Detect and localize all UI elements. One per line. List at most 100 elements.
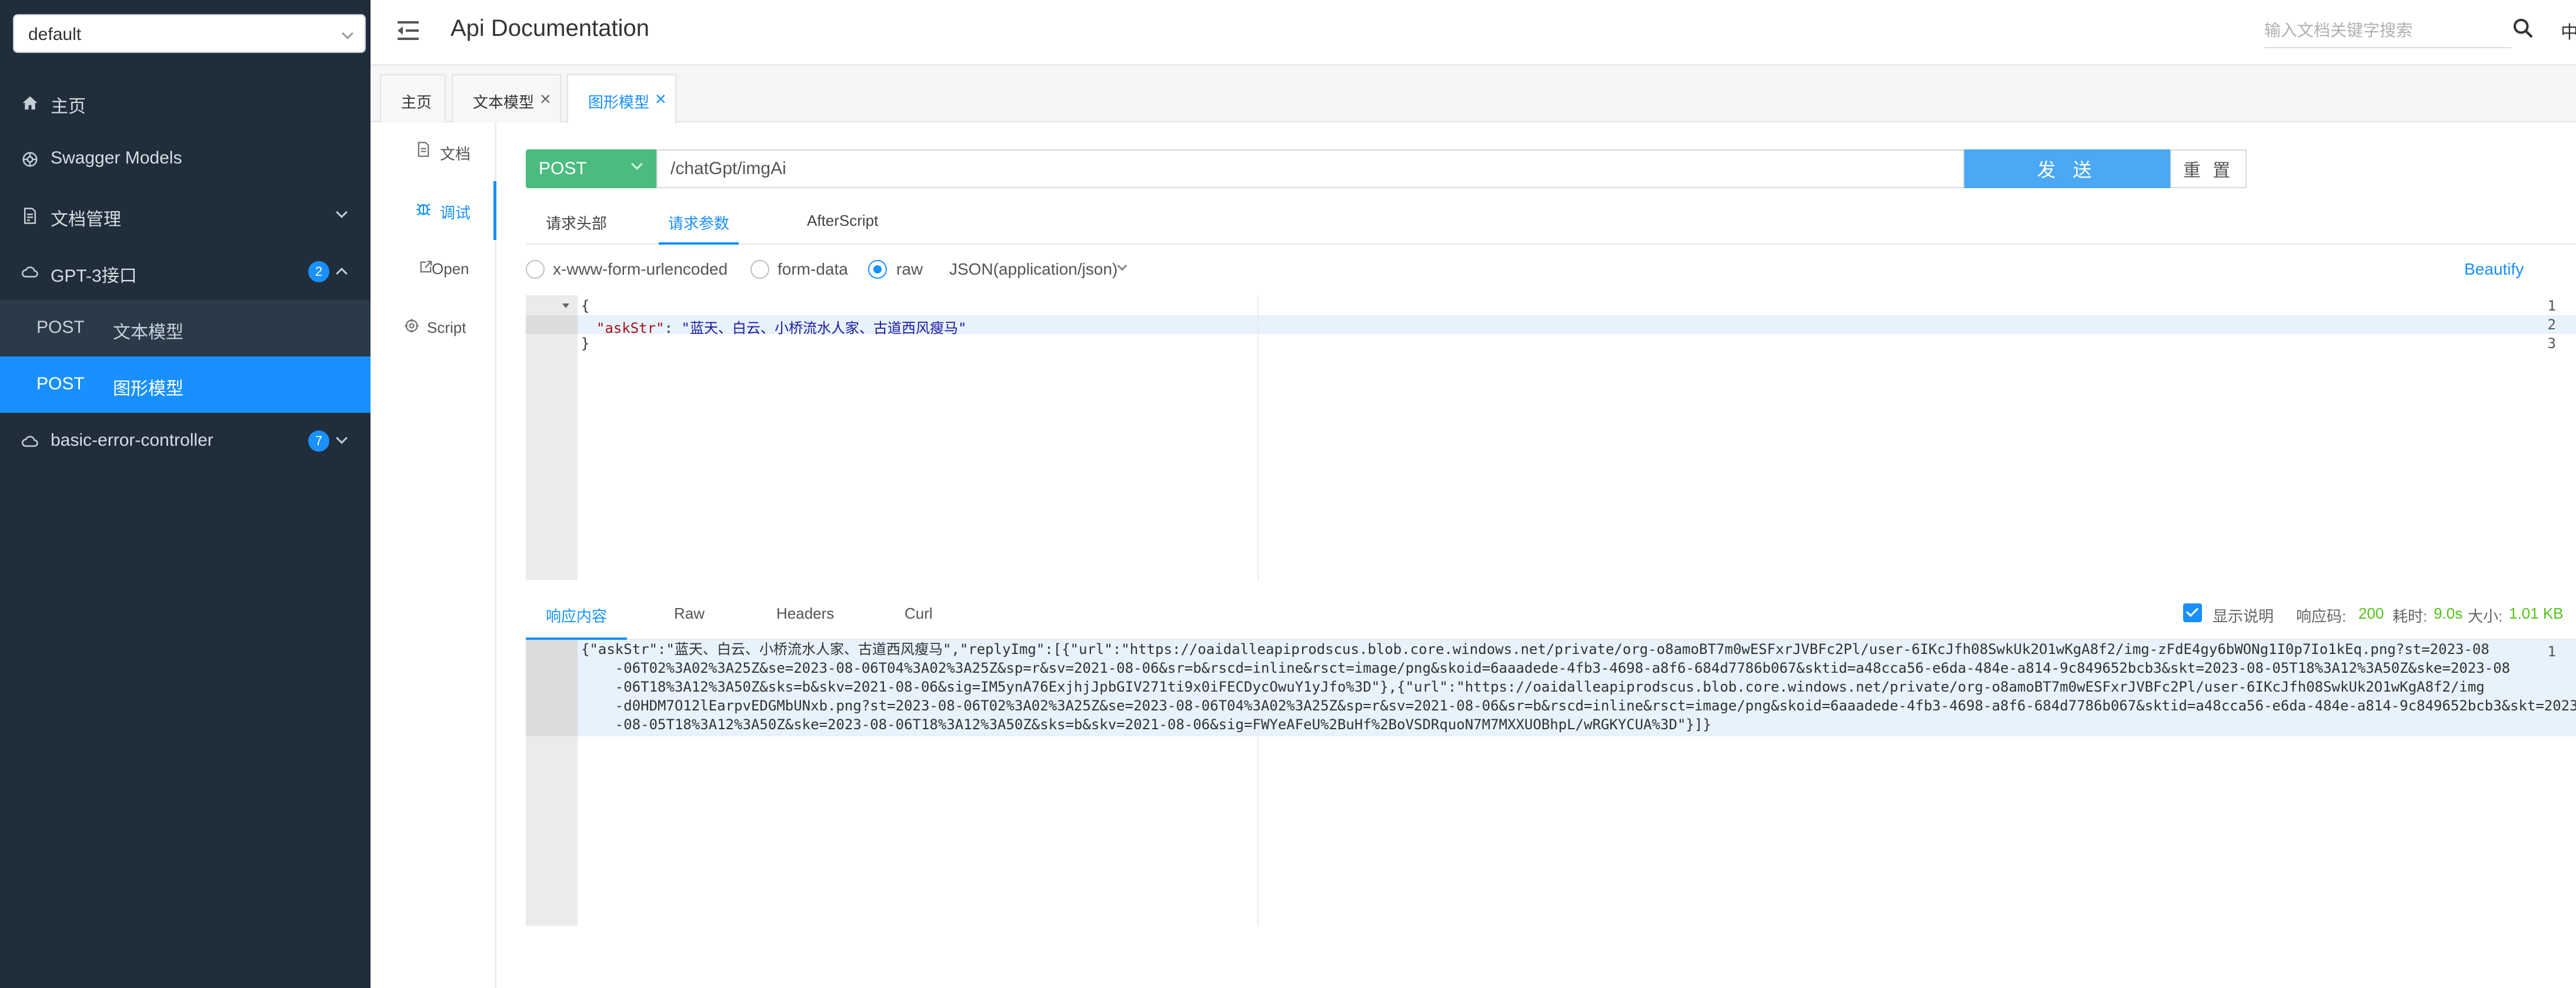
tab-image-model[interactable]: 图形模型 ×	[567, 74, 676, 124]
language-switch[interactable]: 中	[2561, 18, 2576, 44]
size-value: 1.01 KB	[2509, 605, 2564, 622]
time-label: 耗时:	[2393, 608, 2428, 625]
beautify-link[interactable]: Beautify	[2464, 260, 2524, 279]
show-desc-checkbox[interactable]	[2183, 603, 2202, 622]
chevron-down-icon	[631, 158, 643, 170]
status-code-value: 200	[2358, 605, 2384, 622]
tab-response-content[interactable]: 响应内容	[526, 605, 628, 640]
line-number: 2	[2547, 316, 2556, 333]
cube-icon	[22, 152, 38, 167]
url-input[interactable]	[656, 149, 1964, 188]
show-desc-label: 显示说明	[2213, 608, 2274, 625]
method-value: POST	[539, 159, 587, 178]
response-body-editor[interactable]: 1 {"askStr":"蓝天、白云、小桥流水人家、古道西风瘦马","reply…	[526, 640, 2576, 926]
count-badge: 2	[308, 261, 329, 282]
subnav-script[interactable]: Script	[371, 299, 496, 358]
response-line: -06T18%3A12%3A50Z&sks=b&skv=2021-08-06&s…	[581, 679, 2485, 695]
cloud-icon	[21, 436, 38, 447]
group-select-value: default	[28, 25, 82, 44]
editor-gutter	[526, 295, 578, 580]
request-body-editor[interactable]: 1 2 3 { "askStr": "蓝天、白云、小桥流水人家、古道西风瘦马" …	[526, 295, 2576, 580]
gutter-active-line	[526, 640, 578, 736]
tab-request-headers[interactable]: 请求头部	[546, 212, 607, 245]
radio-label: x-www-form-urlencoded	[553, 260, 728, 278]
send-button[interactable]: 发 送	[1964, 149, 2170, 188]
request-tabs: 请求头部 请求参数 AfterScript	[526, 203, 2576, 245]
app-title: Api Documentation	[451, 15, 649, 41]
subnav-label: 文档	[440, 145, 471, 163]
sidebar-item-label: basic-error-controller	[51, 430, 213, 450]
radio-raw[interactable]	[868, 260, 887, 279]
sidebar-item-gpt3[interactable]: GPT-3接口 2	[0, 243, 371, 300]
sidebar-item-label: 主页	[51, 97, 86, 116]
menu-collapse-icon[interactable]	[398, 20, 421, 41]
close-icon[interactable]: ×	[540, 88, 551, 110]
tab-response-raw[interactable]: Raw	[674, 605, 705, 640]
json-key: "askStr"	[596, 320, 665, 336]
radio-label: form-data	[778, 260, 848, 278]
tab-afterscript[interactable]: AfterScript	[807, 212, 878, 245]
method-select[interactable]: POST	[526, 149, 656, 188]
subitem-label: 图形模型	[113, 379, 183, 399]
sidebar-item-doc-manage[interactable]: 文档管理	[0, 187, 371, 243]
line-number: 1	[2547, 643, 2556, 660]
json-colon: :	[664, 320, 682, 336]
sidebar-subitem-text-model[interactable]: POST 文本模型	[0, 300, 371, 356]
debug-icon	[416, 203, 431, 216]
code-line: {	[581, 298, 590, 314]
chevron-down-icon	[1117, 261, 1127, 271]
document-icon	[418, 142, 429, 157]
top-header: Api Documentation 中	[371, 0, 2576, 66]
tab-request-params[interactable]: 请求参数	[659, 212, 739, 245]
sidebar-item-swagger-models[interactable]: Swagger Models	[0, 131, 371, 187]
doc-manage-icon	[24, 208, 36, 224]
content-type-select[interactable]: JSON(application/json)	[949, 260, 1117, 279]
response-line: -06T02%3A02%3A25Z&se=2023-08-06T04%3A02%…	[581, 660, 2510, 676]
subnav-debug[interactable]: 调试	[371, 181, 496, 240]
close-icon[interactable]: ×	[655, 88, 666, 110]
chevron-down-icon	[336, 432, 348, 444]
method-label: POST	[36, 318, 85, 337]
radio-form-data[interactable]	[750, 260, 769, 279]
search-input[interactable]	[2264, 14, 2511, 48]
response-line: {"askStr":"蓝天、白云、小桥流水人家、古道西风瘦马","replyIm…	[581, 641, 2490, 657]
subnav-doc[interactable]: 文档	[371, 122, 496, 181]
sidebar-item-home[interactable]: 主页	[0, 74, 371, 131]
sidebar: default 主页 Swagger Models 文档管理 GPT-3接口 2…	[0, 0, 371, 988]
count-badge: 7	[308, 430, 329, 452]
sidebar-subitem-image-model[interactable]: POST 图形模型	[0, 356, 371, 413]
tab-home[interactable]: 主页	[380, 74, 446, 122]
print-margin	[1257, 295, 1259, 580]
code-line: }	[581, 335, 590, 352]
tab-label: 文本模型	[473, 94, 535, 111]
subnav-open[interactable]: Open	[371, 240, 496, 299]
search-icon[interactable]	[2511, 16, 2535, 40]
fold-arrow-icon[interactable]	[562, 303, 569, 308]
api-subnav: 文档 调试 Open Script	[371, 122, 496, 988]
code-line: "askStr": "蓝天、白云、小桥流水人家、古道西风瘦马"	[596, 316, 966, 337]
sidebar-item-label: GPT-3接口	[51, 266, 137, 286]
json-value: "蓝天、白云、小桥流水人家、古道西风瘦马"	[681, 320, 967, 336]
tab-text-model[interactable]: 文本模型 ×	[452, 74, 561, 122]
line-number: 1	[2547, 298, 2556, 314]
chevron-down-icon	[342, 28, 353, 39]
line-number: 3	[2547, 335, 2556, 352]
tab-label: 图形模型	[588, 94, 650, 111]
radio-label: raw	[896, 260, 923, 278]
radio-urlencoded[interactable]	[526, 260, 545, 279]
size-label: 大小:	[2468, 608, 2503, 625]
response-line: -08-05T18%3A12%3A50Z&ske=2023-08-06T18%3…	[581, 716, 1711, 733]
subitem-label: 文本模型	[113, 323, 183, 342]
tab-label: 主页	[401, 94, 432, 111]
tab-bar: 主页 文本模型 × 图形模型 ×	[371, 66, 2576, 124]
method-label: POST	[36, 374, 85, 393]
group-select[interactable]: default	[13, 14, 366, 53]
subnav-label: 调试	[440, 204, 471, 222]
time-value: 9.0s	[2434, 605, 2463, 622]
tab-response-headers[interactable]: Headers	[776, 605, 834, 640]
sidebar-item-basic-error-controller[interactable]: basic-error-controller 7	[0, 413, 371, 469]
sidebar-item-label: 文档管理	[51, 210, 121, 229]
subnav-label: Open	[432, 260, 469, 278]
reset-button[interactable]: 重 置	[2170, 149, 2247, 188]
tab-response-curl[interactable]: Curl	[905, 605, 933, 640]
